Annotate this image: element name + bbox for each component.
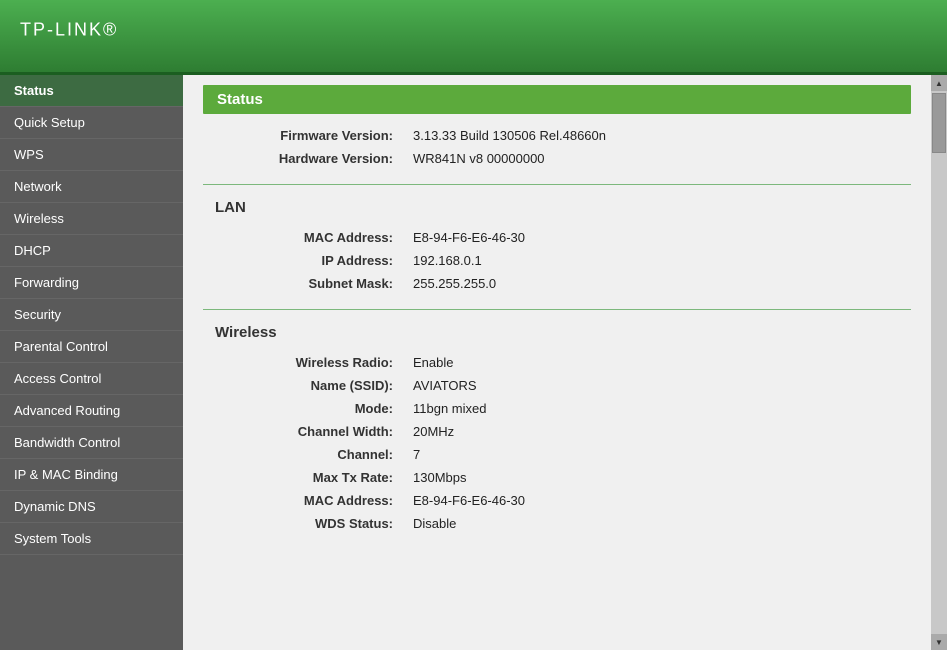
logo: TP-LINK®: [20, 18, 118, 55]
sidebar-item-advanced-routing[interactable]: Advanced Routing: [0, 395, 183, 427]
wireless-channel-width-value: 20MHz: [403, 420, 911, 443]
lan-mac-label: MAC Address:: [203, 226, 403, 249]
firmware-row: Firmware Version: 3.13.33 Build 130506 R…: [203, 124, 911, 147]
wireless-wds-row: WDS Status: Disable: [203, 512, 911, 535]
wireless-channel-row: Channel: 7: [203, 443, 911, 466]
wireless-wds-label: WDS Status:: [203, 512, 403, 535]
wireless-table: Wireless Radio: Enable Name (SSID): AVIA…: [203, 351, 911, 535]
hardware-value: WR841N v8 00000000: [403, 147, 911, 170]
wireless-mode-label: Mode:: [203, 397, 403, 420]
sidebar-item-network[interactable]: Network: [0, 171, 183, 203]
sidebar-item-security[interactable]: Security: [0, 299, 183, 331]
header: TP-LINK®: [0, 0, 947, 75]
sidebar-item-wps[interactable]: WPS: [0, 139, 183, 171]
scroll-down-arrow[interactable]: ▼: [931, 634, 947, 650]
sidebar-item-access-control[interactable]: Access Control: [0, 363, 183, 395]
wireless-title: Wireless: [215, 324, 911, 341]
wireless-max-tx-row: Max Tx Rate: 130Mbps: [203, 466, 911, 489]
wireless-mode-row: Mode: 11bgn mixed: [203, 397, 911, 420]
wireless-mac-label: MAC Address:: [203, 489, 403, 512]
content-area: Status Firmware Version: 3.13.33 Build 1…: [183, 75, 931, 561]
status-title-bar: Status: [203, 85, 911, 114]
lan-subnet-row: Subnet Mask: 255.255.255.0: [203, 272, 911, 295]
hardware-row: Hardware Version: WR841N v8 00000000: [203, 147, 911, 170]
sidebar-item-wireless[interactable]: Wireless: [0, 203, 183, 235]
wireless-wds-value: Disable: [403, 512, 911, 535]
firmware-label: Firmware Version:: [203, 124, 403, 147]
sidebar-item-system-tools[interactable]: System Tools: [0, 523, 183, 555]
lan-subnet-value: 255.255.255.0: [403, 272, 911, 295]
wireless-ssid-row: Name (SSID): AVIATORS: [203, 374, 911, 397]
sidebar-item-bandwidth-control[interactable]: Bandwidth Control: [0, 427, 183, 459]
version-table: Firmware Version: 3.13.33 Build 130506 R…: [203, 124, 911, 170]
wireless-max-tx-value: 130Mbps: [403, 466, 911, 489]
wireless-mac-row: MAC Address: E8-94-F6-E6-46-30: [203, 489, 911, 512]
page-title: Status: [217, 91, 263, 108]
wireless-radio-value: Enable: [403, 351, 911, 374]
sidebar-item-dhcp[interactable]: DHCP: [0, 235, 183, 267]
wireless-channel-width-label: Channel Width:: [203, 420, 403, 443]
sidebar-item-status[interactable]: Status: [0, 75, 183, 107]
sidebar-item-dynamic-dns[interactable]: Dynamic DNS: [0, 491, 183, 523]
wireless-max-tx-label: Max Tx Rate:: [203, 466, 403, 489]
logo-text: TP-LINK: [20, 19, 103, 39]
main-content: Status Firmware Version: 3.13.33 Build 1…: [183, 75, 931, 650]
wireless-ssid-value: AVIATORS: [403, 374, 911, 397]
logo-tm: ®: [103, 19, 118, 39]
sidebar: StatusQuick SetupWPSNetworkWirelessDHCPF…: [0, 75, 183, 650]
lan-table: MAC Address: E8-94-F6-E6-46-30 IP Addres…: [203, 226, 911, 295]
wireless-radio-row: Wireless Radio: Enable: [203, 351, 911, 374]
divider-2: [203, 309, 911, 310]
divider-1: [203, 184, 911, 185]
sidebar-item-ip-&-mac-binding[interactable]: IP & MAC Binding: [0, 459, 183, 491]
wireless-mac-value: E8-94-F6-E6-46-30: [403, 489, 911, 512]
wireless-radio-label: Wireless Radio:: [203, 351, 403, 374]
lan-ip-row: IP Address: 192.168.0.1: [203, 249, 911, 272]
scroll-up-arrow[interactable]: ▲: [931, 75, 947, 91]
scroll-thumb[interactable]: [932, 93, 946, 153]
firmware-value: 3.13.33 Build 130506 Rel.48660n: [403, 124, 911, 147]
lan-mac-value: E8-94-F6-E6-46-30: [403, 226, 911, 249]
lan-subnet-label: Subnet Mask:: [203, 272, 403, 295]
sidebar-item-parental-control[interactable]: Parental Control: [0, 331, 183, 363]
sidebar-item-quick-setup[interactable]: Quick Setup: [0, 107, 183, 139]
wireless-channel-width-row: Channel Width: 20MHz: [203, 420, 911, 443]
sidebar-item-forwarding[interactable]: Forwarding: [0, 267, 183, 299]
wireless-ssid-label: Name (SSID):: [203, 374, 403, 397]
lan-ip-label: IP Address:: [203, 249, 403, 272]
scrollbar[interactable]: ▲ ▼: [931, 75, 947, 650]
wireless-channel-value: 7: [403, 443, 911, 466]
lan-mac-row: MAC Address: E8-94-F6-E6-46-30: [203, 226, 911, 249]
layout: StatusQuick SetupWPSNetworkWirelessDHCPF…: [0, 75, 947, 650]
lan-title: LAN: [215, 199, 911, 216]
wireless-mode-value: 11bgn mixed: [403, 397, 911, 420]
wireless-channel-label: Channel:: [203, 443, 403, 466]
hardware-label: Hardware Version:: [203, 147, 403, 170]
lan-ip-value: 192.168.0.1: [403, 249, 911, 272]
